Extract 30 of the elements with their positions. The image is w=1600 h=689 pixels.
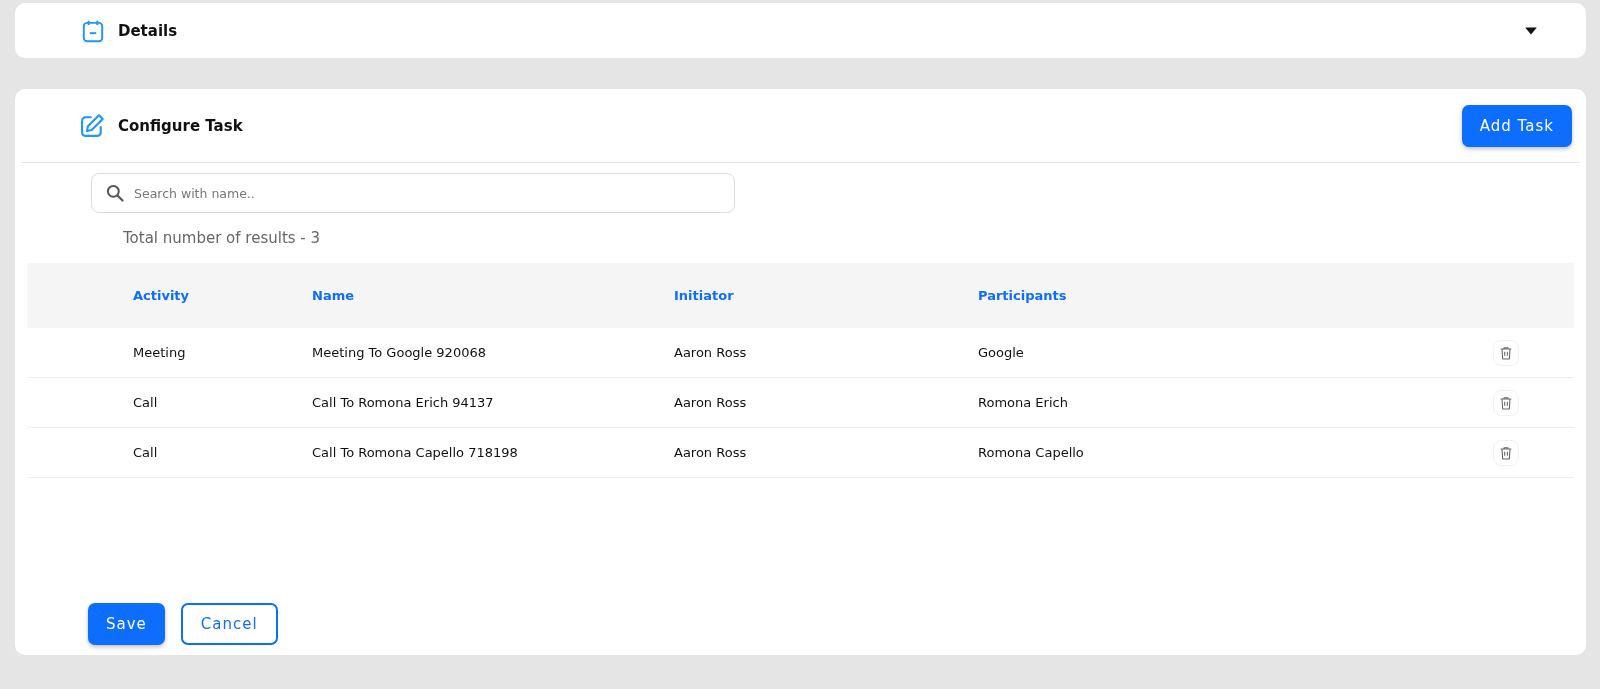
delete-button[interactable] <box>1493 439 1519 466</box>
table-cell-text: Aaron Ross <box>674 395 748 410</box>
search-field[interactable]: Search with name.. <box>91 173 735 213</box>
action-button[interactable]: Save <box>88 603 165 645</box>
add-task-button[interactable]: Add Task <box>1461 104 1572 147</box>
results-count: Total number of results - 3 <box>123 229 322 247</box>
table-cell-text: Call <box>132 445 159 460</box>
delete-button[interactable] <box>1493 389 1519 416</box>
table-cell-text: Meeting <box>132 345 187 360</box>
trash-icon <box>1498 344 1514 361</box>
table-cell-text: Romona Capello <box>978 445 1085 460</box>
column-header: Name <box>312 288 355 303</box>
table-cell-text: Call To Romona Erich 94137 <box>312 395 495 410</box>
edit-icon <box>78 111 106 140</box>
table-cell-text: Meeting To Google 920068 <box>312 345 487 360</box>
action-button[interactable]: Cancel <box>180 603 278 645</box>
table-cell-text: Call To Romona Capello 718198 <box>312 445 519 460</box>
column-header: Activity <box>132 288 191 303</box>
table-cell-text: Aaron Ross <box>674 345 748 360</box>
table-cell-text: Google <box>978 345 1025 360</box>
trash-icon <box>1498 394 1514 411</box>
table-cell-text: Call <box>132 395 159 410</box>
table-cell-text: Aaron Ross <box>674 445 748 460</box>
column-header: Participants <box>978 288 1068 303</box>
delete-button[interactable] <box>1493 339 1519 366</box>
column-header: Initiator <box>674 288 735 303</box>
section-title: Configure Task <box>118 116 243 135</box>
table-cell-text: Romona Erich <box>978 395 1069 410</box>
trash-icon <box>1498 444 1514 461</box>
section-title: Details <box>118 21 178 40</box>
